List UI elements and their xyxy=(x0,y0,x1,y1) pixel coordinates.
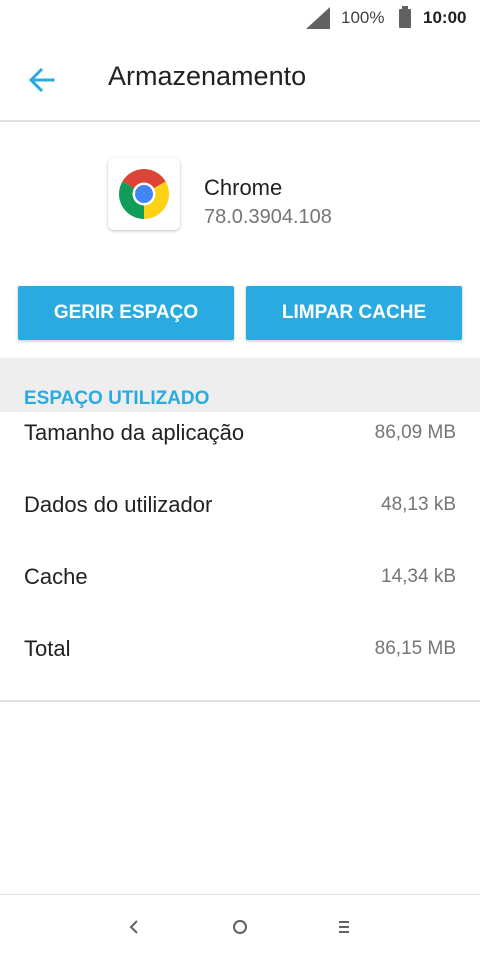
navigation-bar xyxy=(0,895,480,960)
app-name: Chrome xyxy=(204,175,283,200)
nav-menu-icon[interactable] xyxy=(328,913,360,941)
storage-row-label: Cache xyxy=(24,564,88,589)
divider xyxy=(0,700,480,702)
nav-back-icon[interactable] xyxy=(118,913,150,941)
clear-cache-button[interactable]: LIMPAR CACHE xyxy=(246,286,462,340)
app-version: 78.0.3904.108 xyxy=(204,206,332,228)
status-bar: 100% 10:00 xyxy=(0,0,480,36)
storage-row-value: 86,09 MB xyxy=(374,422,456,443)
storage-row-label: Dados do utilizador xyxy=(24,492,213,517)
page-title: Armazenamento xyxy=(108,61,307,91)
clock: 10:00 xyxy=(423,8,467,27)
manage-space-button[interactable]: GERIR ESPAÇO xyxy=(18,286,234,340)
chrome-logo-icon xyxy=(119,169,169,219)
battery-icon xyxy=(399,6,411,28)
storage-row-value: 48,13 kB xyxy=(381,494,456,515)
storage-row-user-data: Dados do utilizador 48,13 kB xyxy=(0,484,480,524)
signal-icon xyxy=(306,7,330,29)
arrow-back-icon[interactable] xyxy=(26,64,58,96)
storage-row-value: 86,15 MB xyxy=(374,638,456,659)
battery-percent: 100% xyxy=(341,8,385,27)
nav-home-icon[interactable] xyxy=(224,913,256,941)
app-icon xyxy=(108,158,180,230)
storage-row-app-size: Tamanho da aplicação 86,09 MB xyxy=(0,412,480,452)
storage-row-label: Total xyxy=(24,636,71,661)
storage-row-total: Total 86,15 MB xyxy=(0,628,480,668)
storage-row-label: Tamanho da aplicação xyxy=(24,420,245,445)
section-title: ESPAÇO UTILIZADO xyxy=(24,388,210,409)
storage-row-value: 14,34 kB xyxy=(381,566,456,587)
app-bar: Armazenamento xyxy=(0,36,480,122)
storage-row-cache: Cache 14,34 kB xyxy=(0,556,480,596)
